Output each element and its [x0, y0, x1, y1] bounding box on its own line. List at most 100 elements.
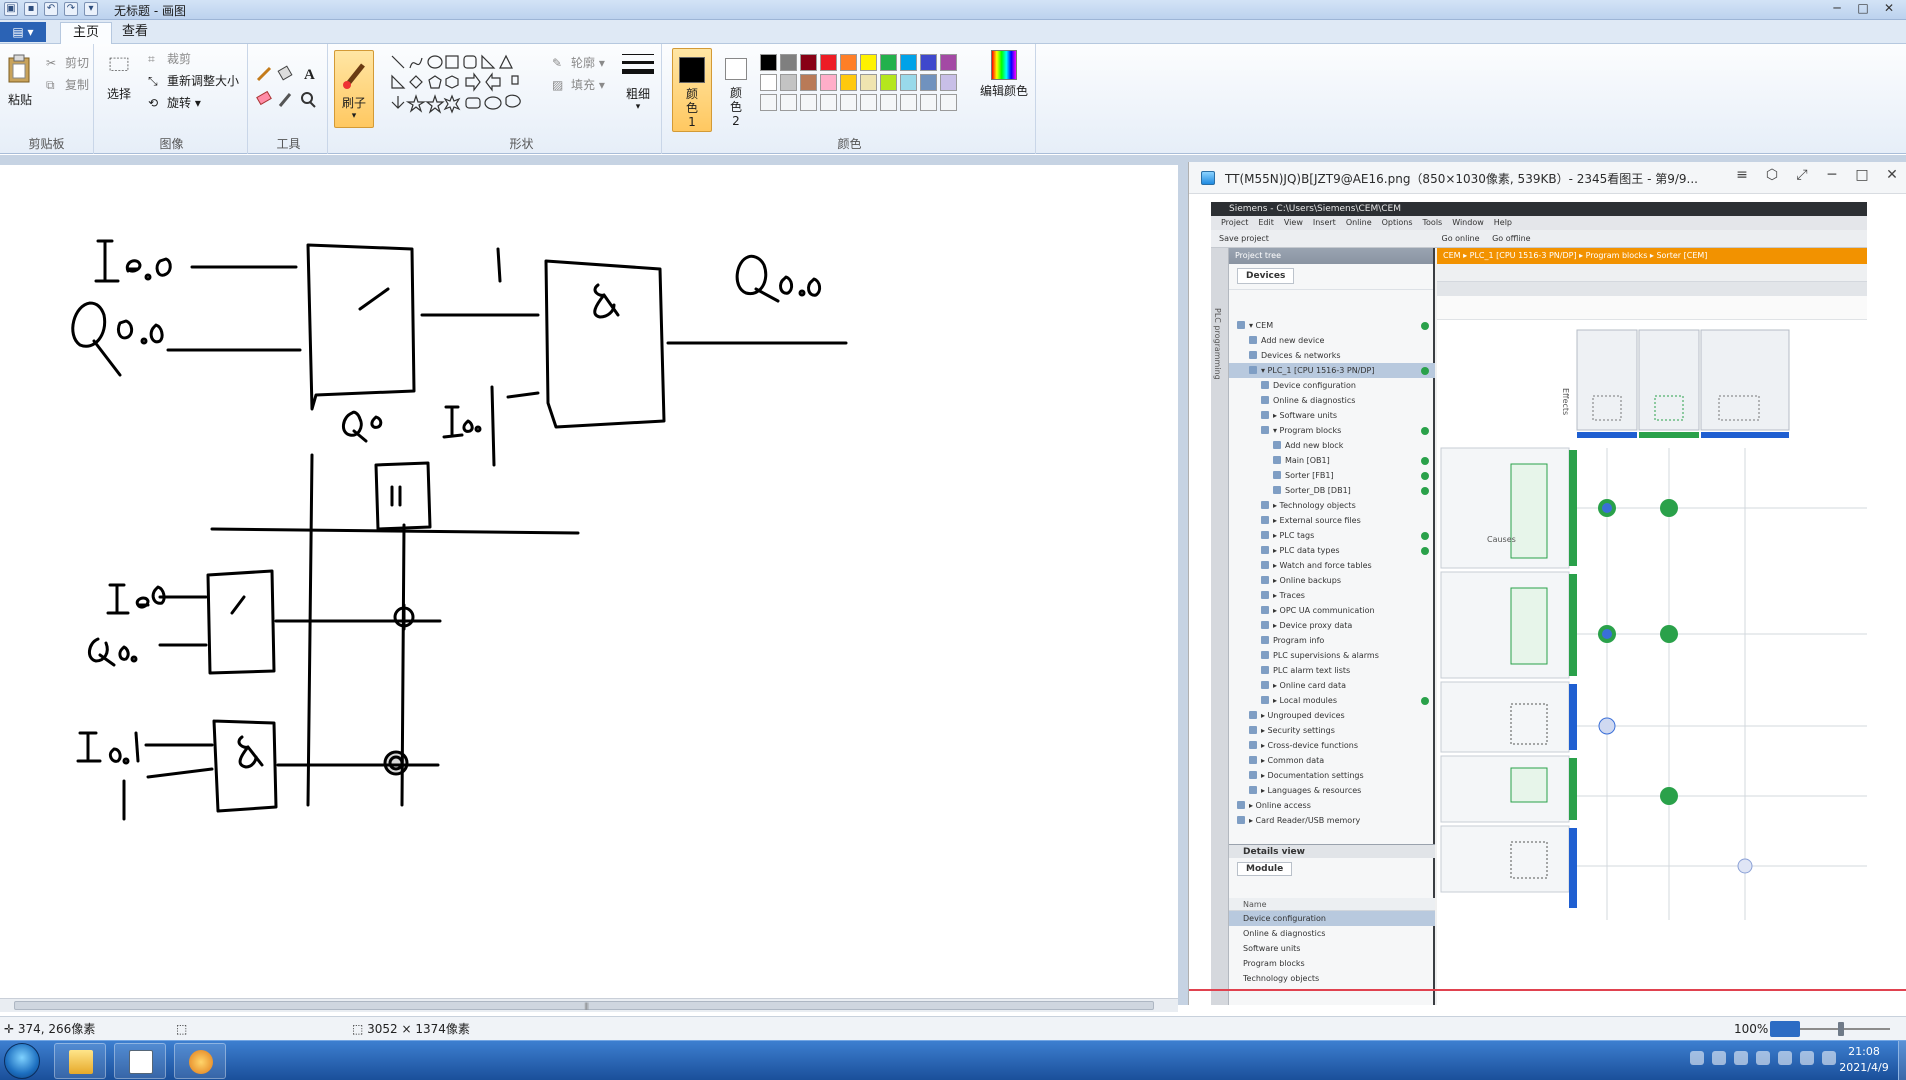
- tree-item: ▸ OPC UA communication: [1229, 603, 1435, 618]
- tray-volume-icon[interactable]: [1734, 1051, 1748, 1065]
- select-button[interactable]: 选择: [104, 54, 134, 102]
- eraser-icon: [256, 90, 272, 106]
- zoom-slider[interactable]: [1800, 1028, 1890, 1030]
- crop-button[interactable]: ⌗ 裁剪: [148, 50, 191, 68]
- cut-button[interactable]: ✂ 剪切: [46, 54, 89, 72]
- tia-side-label: PLC programming: [1213, 308, 1222, 380]
- minimize-button[interactable]: ─: [1826, 1, 1848, 17]
- paint-menu-button[interactable]: ▤ ▾: [0, 22, 46, 42]
- status-ok-icon: [1421, 547, 1429, 555]
- tree-node-icon: [1261, 636, 1269, 644]
- tray-user-icon[interactable]: [1800, 1051, 1814, 1065]
- tree-node-icon: [1261, 591, 1269, 599]
- details-col-name: Name: [1229, 898, 1435, 911]
- tree-item: ▸ Traces: [1229, 588, 1435, 603]
- tia-title-bar: Siemens - C:\Users\Siemens\CEM\CEM: [1211, 202, 1867, 216]
- fill-button[interactable]: ▨ 填充 ▾: [552, 76, 605, 94]
- details-item: Device configuration: [1229, 911, 1435, 926]
- tree-item: Sorter [FB1]: [1229, 468, 1435, 483]
- tree-node-icon: [1249, 771, 1257, 779]
- image-size-text: 3052 × 1374像素: [367, 1022, 470, 1036]
- viewer-skin-button[interactable]: ⬡: [1763, 167, 1781, 183]
- zoom-level: 100%: [1734, 1022, 1769, 1036]
- resize-button[interactable]: ⤡ 重新调整大小: [148, 72, 239, 90]
- tree-node-icon: [1249, 741, 1257, 749]
- tree-item: ▸ Security settings: [1229, 723, 1435, 738]
- tree-item: ▸ Software units: [1229, 408, 1435, 423]
- tree-item-label: Add new device: [1261, 336, 1325, 345]
- tray-network-icon[interactable]: [1712, 1051, 1726, 1065]
- tray-app-icon[interactable]: [1756, 1051, 1770, 1065]
- rotate-button[interactable]: ⟲ 旋转 ▾: [148, 94, 201, 112]
- redo-icon[interactable]: ↷: [64, 2, 78, 16]
- tree-item: ▸ Documentation settings: [1229, 768, 1435, 783]
- image-viewer-icon: [189, 1050, 213, 1074]
- taskbar-app-paint[interactable]: [114, 1043, 166, 1079]
- editor-toolbar: [1437, 264, 1867, 282]
- start-button[interactable]: [4, 1043, 40, 1079]
- taskbar-app-viewer[interactable]: [174, 1043, 226, 1079]
- taskbar: 21:08 2021/4/9: [0, 1040, 1906, 1080]
- app-menu-icon[interactable]: ▣: [4, 2, 18, 16]
- taskbar-app-explorer[interactable]: [54, 1043, 106, 1079]
- zoom-controls[interactable]: [1770, 1021, 1800, 1037]
- tree-node-icon: [1261, 531, 1269, 539]
- brushes-button[interactable]: 刷子 ▾: [334, 50, 374, 128]
- maximize-button[interactable]: □: [1852, 1, 1874, 17]
- tray-antivirus-icon[interactable]: [1778, 1051, 1792, 1065]
- details-item: Technology objects: [1243, 974, 1320, 983]
- tray-shield-icon[interactable]: [1690, 1051, 1704, 1065]
- details-tab-module: Module: [1237, 862, 1293, 876]
- cut-label: 剪切: [65, 56, 90, 70]
- tree-node-icon: [1261, 621, 1269, 629]
- viewer-close-button[interactable]: ✕: [1883, 167, 1901, 183]
- horizontal-scrollbar[interactable]: |||: [0, 998, 1178, 1012]
- tree-node-icon: [1261, 561, 1269, 569]
- tree-item: ▸ Local modules: [1229, 693, 1435, 708]
- show-desktop-button[interactable]: [1898, 1041, 1906, 1080]
- tree-item-label: Main [OB1]: [1285, 456, 1330, 465]
- tree-item-label: Program info: [1273, 636, 1325, 645]
- paint-icon: [129, 1050, 153, 1074]
- tia-project-tree: Project tree Devices ▾ CEM Add new device…: [1229, 248, 1435, 1005]
- paste-button[interactable]: 粘贴: [4, 50, 36, 108]
- viewer-image[interactable]: Siemens - C:\Users\Siemens\CEM\CEM Proje…: [1211, 202, 1867, 1005]
- status-ok-icon: [1421, 457, 1429, 465]
- shapes-gallery[interactable]: [390, 54, 540, 114]
- viewer-minimize-button[interactable]: ─: [1823, 167, 1841, 183]
- image-size-icon: ⬚: [352, 1022, 368, 1036]
- drawing-canvas[interactable]: [0, 165, 1178, 1005]
- save-icon[interactable]: ▪: [24, 2, 38, 16]
- clock[interactable]: 21:08 2021/4/9: [1834, 1044, 1894, 1076]
- tree-item-label: ▸ Local modules: [1273, 696, 1337, 705]
- tab-home[interactable]: 主页: [60, 22, 113, 44]
- viewer-fullscreen-button[interactable]: ⤢: [1793, 167, 1811, 183]
- tia-save-project: Save project: [1219, 234, 1269, 243]
- magnifier-icon: [301, 92, 316, 108]
- tia-menu-item: Edit: [1258, 218, 1274, 227]
- shapes-group-label: 形状: [509, 137, 534, 151]
- tree-item-label: ▸ External source files: [1273, 516, 1361, 525]
- tree-node-icon: [1273, 441, 1281, 449]
- tree-node-icon: [1237, 816, 1245, 824]
- viewer-maximize-button[interactable]: □: [1853, 167, 1871, 183]
- select-label: 选择: [106, 87, 131, 101]
- customize-qat-icon[interactable]: ▾: [84, 2, 98, 16]
- status-bar: ✛ 374, 266像素 ⬚ ⬚ 3052 × 1374像素 100%: [0, 1016, 1906, 1040]
- tia-menu-bar: Project Edit View Insert Online Options Tools W…: [1211, 216, 1867, 230]
- details-view-header: Details view: [1229, 844, 1435, 858]
- tab-view[interactable]: 查看: [110, 22, 160, 44]
- close-button[interactable]: ✕: [1878, 1, 1900, 17]
- tree-item-label: ▸ Online backups: [1273, 576, 1341, 585]
- size-button[interactable]: 粗细 ▾: [618, 52, 658, 112]
- tree-item: Add new block: [1229, 438, 1435, 453]
- zoom-slider-thumb[interactable]: [1838, 1022, 1844, 1036]
- copy-button[interactable]: ⧉ 复制: [46, 76, 89, 94]
- outline-button[interactable]: ✎ 轮廓 ▾: [552, 54, 605, 72]
- chevron-down-icon: ▾: [635, 102, 641, 112]
- viewer-menu-button[interactable]: ≡: [1733, 167, 1751, 183]
- paste-label: 粘贴: [7, 93, 32, 107]
- tia-breadcrumb: CEM ▸ PLC_1 [CPU 1516-3 PN/DP] ▸ Program…: [1437, 248, 1867, 264]
- undo-icon[interactable]: ↶: [44, 2, 58, 16]
- scissors-icon: ✂: [46, 55, 57, 70]
